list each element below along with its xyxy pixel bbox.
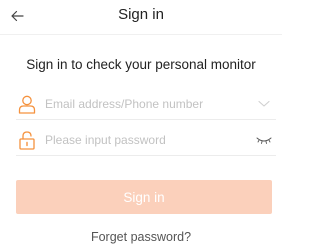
chevron-down-icon — [258, 100, 270, 107]
password-input[interactable] — [45, 130, 245, 150]
page-title: Sign in — [118, 6, 164, 23]
email-input[interactable] — [45, 94, 245, 114]
sign-in-subtitle: Sign in to check your personal monitor — [26, 57, 256, 72]
sign-in-button[interactable]: Sign in — [16, 180, 272, 214]
password-visibility-toggle[interactable] — [256, 132, 272, 148]
top-bar: Sign in — [0, 0, 282, 35]
account-dropdown-button[interactable] — [256, 96, 272, 112]
forget-password-link[interactable]: Forget password? — [0, 230, 282, 244]
lock-icon — [19, 131, 35, 150]
eye-closed-icon — [256, 137, 272, 144]
sign-in-screen: Sign in Sign in to check your personal m… — [0, 0, 282, 245]
password-field — [16, 127, 276, 156]
user-icon — [18, 95, 36, 114]
email-field — [16, 91, 276, 120]
